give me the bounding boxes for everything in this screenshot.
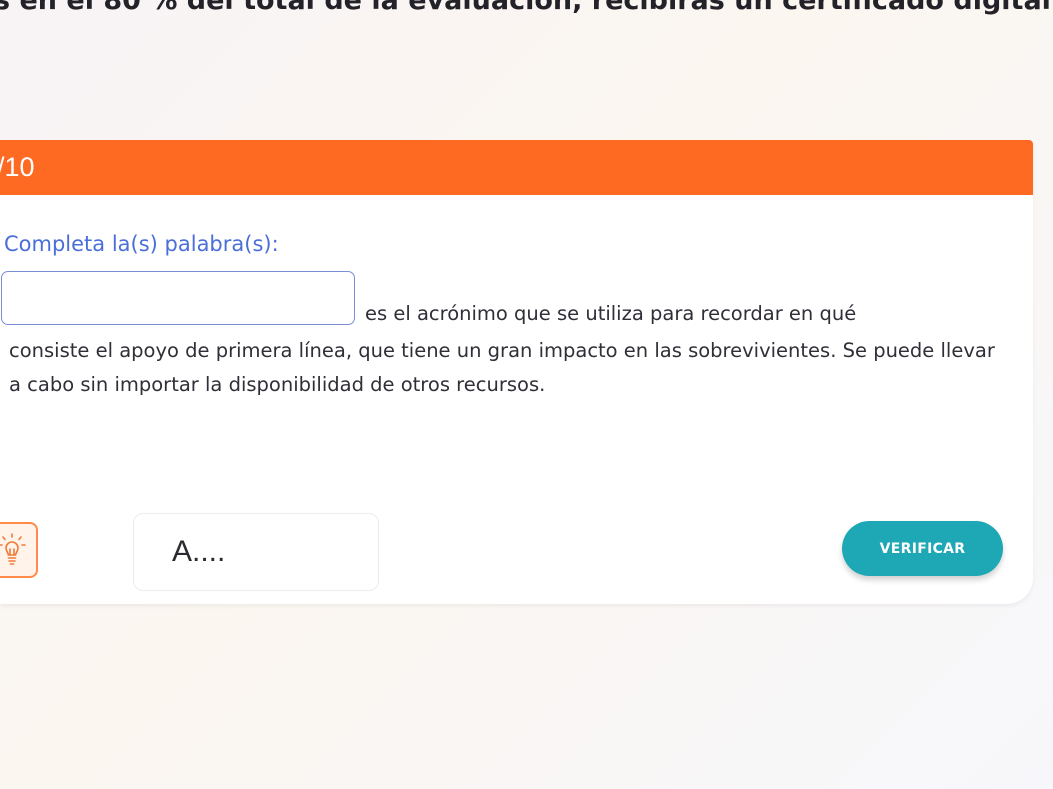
progress-counter: /10: [0, 152, 35, 182]
question-sentence-rest: consiste el apoyo de primera línea, que …: [9, 339, 995, 396]
question-sentence-first-line: es el acrónimo que se utiliza para recor…: [365, 302, 857, 325]
question-instruction: Completa la(s) palabra(s):: [4, 232, 279, 256]
evaluation-note: s en el 80 % del total de la evaluación,…: [0, 0, 1051, 16]
hint-text: A....: [172, 535, 226, 568]
lightbulb-icon: [0, 533, 26, 565]
hint-button[interactable]: [0, 522, 38, 578]
verify-button[interactable]: VERIFICAR: [842, 521, 1003, 576]
answer-input[interactable]: [1, 271, 355, 325]
progress-header: /10: [0, 140, 1033, 195]
hint-box: A....: [133, 513, 379, 591]
question-card: /10 Completa la(s) palabra(s): es el acr…: [0, 140, 1033, 604]
